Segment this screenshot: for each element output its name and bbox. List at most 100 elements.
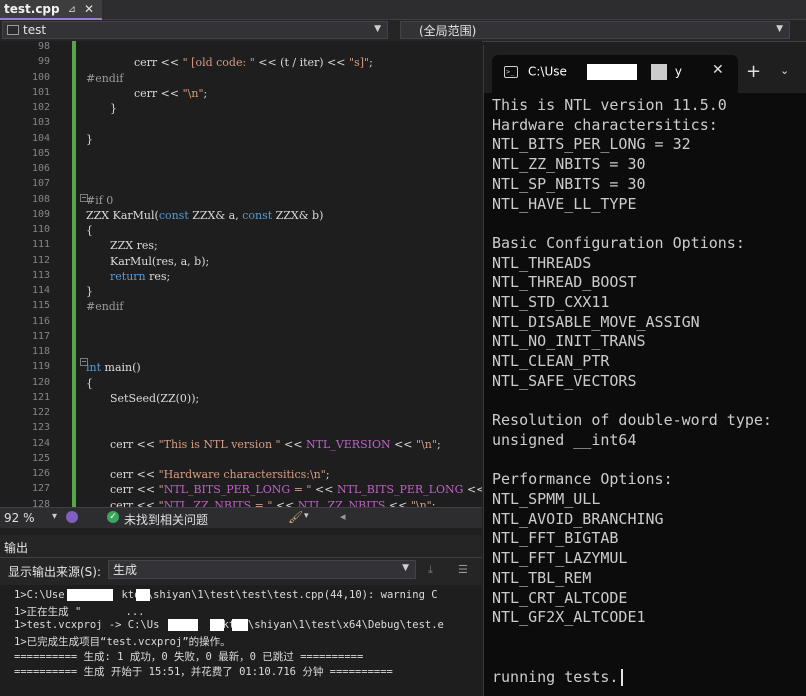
terminal-tab[interactable]: >_ C:\Use y ✕: [492, 55, 738, 93]
redaction-block: [586, 64, 637, 80]
terminal-line: NTL_FFT_BIGTAB: [492, 529, 619, 548]
output-line: 1>已完成生成项目“test.vcxproj”的操作。: [14, 636, 231, 648]
line-number: 122: [31, 407, 50, 418]
terminal-line: Hardware charactersitics:: [492, 115, 718, 134]
change-indicator-bar: [72, 41, 76, 507]
close-icon[interactable]: ✕: [712, 62, 724, 78]
scope-dropdown[interactable]: (全局范围) ▼: [400, 21, 790, 39]
output-line: 1>test.vcxproj -> C:\Us sktop\shiyan\1\t…: [14, 619, 444, 631]
new-tab-button[interactable]: +: [746, 61, 761, 82]
code-line: cerr << "NTL_ZZ_NBITS = " << NTL_ZZ_NBIT…: [110, 498, 436, 508]
intellicode-icon[interactable]: [66, 511, 78, 523]
line-number: 107: [31, 178, 50, 190]
code-line: SetSeed(ZZ(0));: [110, 391, 200, 405]
line-number: 102: [31, 102, 50, 113]
terminal-prompt-line: running tests.: [492, 668, 619, 686]
output-panel-title: 输出: [4, 541, 29, 555]
terminal-line: unsigned __int64: [492, 430, 637, 449]
terminal-line: This is NTL version 11.5.0: [492, 96, 727, 114]
line-number: 105: [31, 147, 50, 159]
line-number: 104: [31, 132, 50, 144]
terminal-window: >_ C:\Use y ✕ + ⌄ This is NTL version 11.…: [483, 45, 806, 696]
output-text-area[interactable]: 1>C:\Use ktop\shiyan\1\test\test\test.cp…: [0, 585, 482, 696]
editor-status-bar: 92 % ▾ ✓ 未找到相关问题 🖌 ▾ ◂: [0, 507, 482, 528]
terminal-line: Resolution of double-word type:: [492, 411, 772, 430]
terminal-line: NTL_SP_NBITS = 30: [492, 174, 646, 193]
line-number: 118: [31, 346, 50, 357]
zoom-dropdown-icon[interactable]: ▾: [52, 511, 57, 522]
zoom-level[interactable]: 92 %: [4, 511, 35, 525]
navigation-bar: test ▼ (全局范围) ▼: [0, 20, 806, 42]
code-line: cerr << "\n";: [134, 86, 208, 100]
line-number: 120: [31, 376, 50, 388]
redaction-block: [168, 619, 198, 631]
redaction-block: [210, 619, 224, 631]
code-line: #endif: [86, 300, 124, 314]
find-message-icon[interactable]: ⤓: [428, 563, 444, 576]
terminal-line: NTL_STD_CXX11: [492, 293, 610, 311]
line-number: 126: [31, 468, 50, 479]
code-editor[interactable]: − − 98 99 cerr << " [old code: " << (t / i…: [0, 41, 482, 507]
project-dropdown[interactable]: test ▼: [2, 21, 388, 39]
chevron-down-icon[interactable]: ⌄: [780, 64, 789, 77]
chevron-down-icon: ▼: [374, 24, 381, 34]
line-number: 128: [31, 498, 50, 508]
chevron-down-icon: ▼: [776, 24, 783, 34]
issues-status[interactable]: 未找到相关问题: [124, 511, 208, 528]
line-number: 98: [37, 41, 50, 52]
code-line: }: [86, 285, 93, 298]
terminal-line: NTL_SAFE_VECTORS: [492, 371, 637, 390]
chevron-down-icon: ▼: [402, 563, 409, 573]
code-line: return res;: [110, 269, 171, 283]
tab-title: test.cpp: [4, 2, 60, 16]
redaction-block: [232, 619, 248, 631]
code-line: cerr << "NTL_BITS_PER_LONG = " << NTL_BI…: [110, 483, 482, 497]
line-number: 117: [31, 330, 50, 342]
code-line: ZZX KarMul(const ZZX& a, const ZZX& b): [86, 208, 324, 222]
line-number: 110: [31, 224, 50, 235]
editor-tab-bar: test.cpp ⊿ ✕: [0, 0, 806, 20]
line-number: 111: [31, 239, 50, 251]
code-line: }: [86, 132, 93, 146]
code-line: #endif: [86, 71, 124, 85]
terminal-line: NTL_CLEAN_PTR: [492, 352, 610, 371]
line-number: 99: [37, 56, 50, 68]
line-number: 109: [31, 208, 50, 220]
line-number: 115: [31, 300, 50, 312]
line-number: 127: [31, 483, 50, 495]
code-line: cerr << "This is NTL version " << NTL_VE…: [110, 437, 441, 451]
terminal-line: NTL_THREAD_BOOST: [492, 273, 637, 292]
clear-all-icon[interactable]: ☰: [458, 563, 474, 576]
line-number: 121: [31, 391, 50, 403]
terminal-line: NTL_AVOID_BRANCHING: [492, 509, 664, 528]
close-icon[interactable]: ✕: [84, 2, 94, 16]
output-line: ========== 生成: 1 成功，0 失败，0 最新，0 已跳过 ====…: [14, 651, 364, 663]
terminal-line: NTL_HAVE_LL_TYPE: [492, 194, 637, 213]
tab-test-cpp[interactable]: test.cpp ⊿ ✕: [0, 0, 102, 20]
output-line: ========== 生成 开始于 15:51，并花费了 01:10.716 分…: [14, 666, 393, 678]
scroll-left-icon[interactable]: ◂: [340, 510, 346, 523]
line-number: 124: [31, 437, 50, 449]
project-icon: [7, 25, 19, 35]
pin-icon[interactable]: ⊿: [68, 4, 76, 15]
line-number: 123: [31, 422, 50, 434]
terminal-output[interactable]: This is NTL version 11.5.0 Hardware chara…: [484, 93, 806, 696]
code-line: cerr << " [old code: " << (t / iter) << …: [134, 56, 373, 70]
code-line: }: [110, 102, 117, 115]
code-line: {: [86, 376, 93, 390]
terminal-line: NTL_TBL_REM: [492, 568, 592, 587]
project-label: test: [23, 23, 47, 37]
terminal-line: NTL_BITS_PER_LONG = 32: [492, 135, 691, 154]
line-number: 106: [31, 163, 50, 174]
chevron-down-icon[interactable]: ▾: [304, 511, 309, 521]
code-line: #if 0: [86, 193, 114, 207]
terminal-line: NTL_DISABLE_MOVE_ASSIGN: [492, 312, 700, 331]
code-cleanup-icon[interactable]: 🖌: [288, 510, 303, 524]
code-line: {: [86, 224, 93, 237]
redaction-block: [67, 589, 113, 601]
redaction-block: [136, 589, 150, 601]
output-source-dropdown[interactable]: 生成 ▼: [108, 560, 416, 579]
text-cursor: [621, 669, 623, 686]
output-source-value: 生成: [113, 563, 138, 577]
terminal-line: NTL_GF2X_ALTCODE1: [492, 608, 646, 627]
